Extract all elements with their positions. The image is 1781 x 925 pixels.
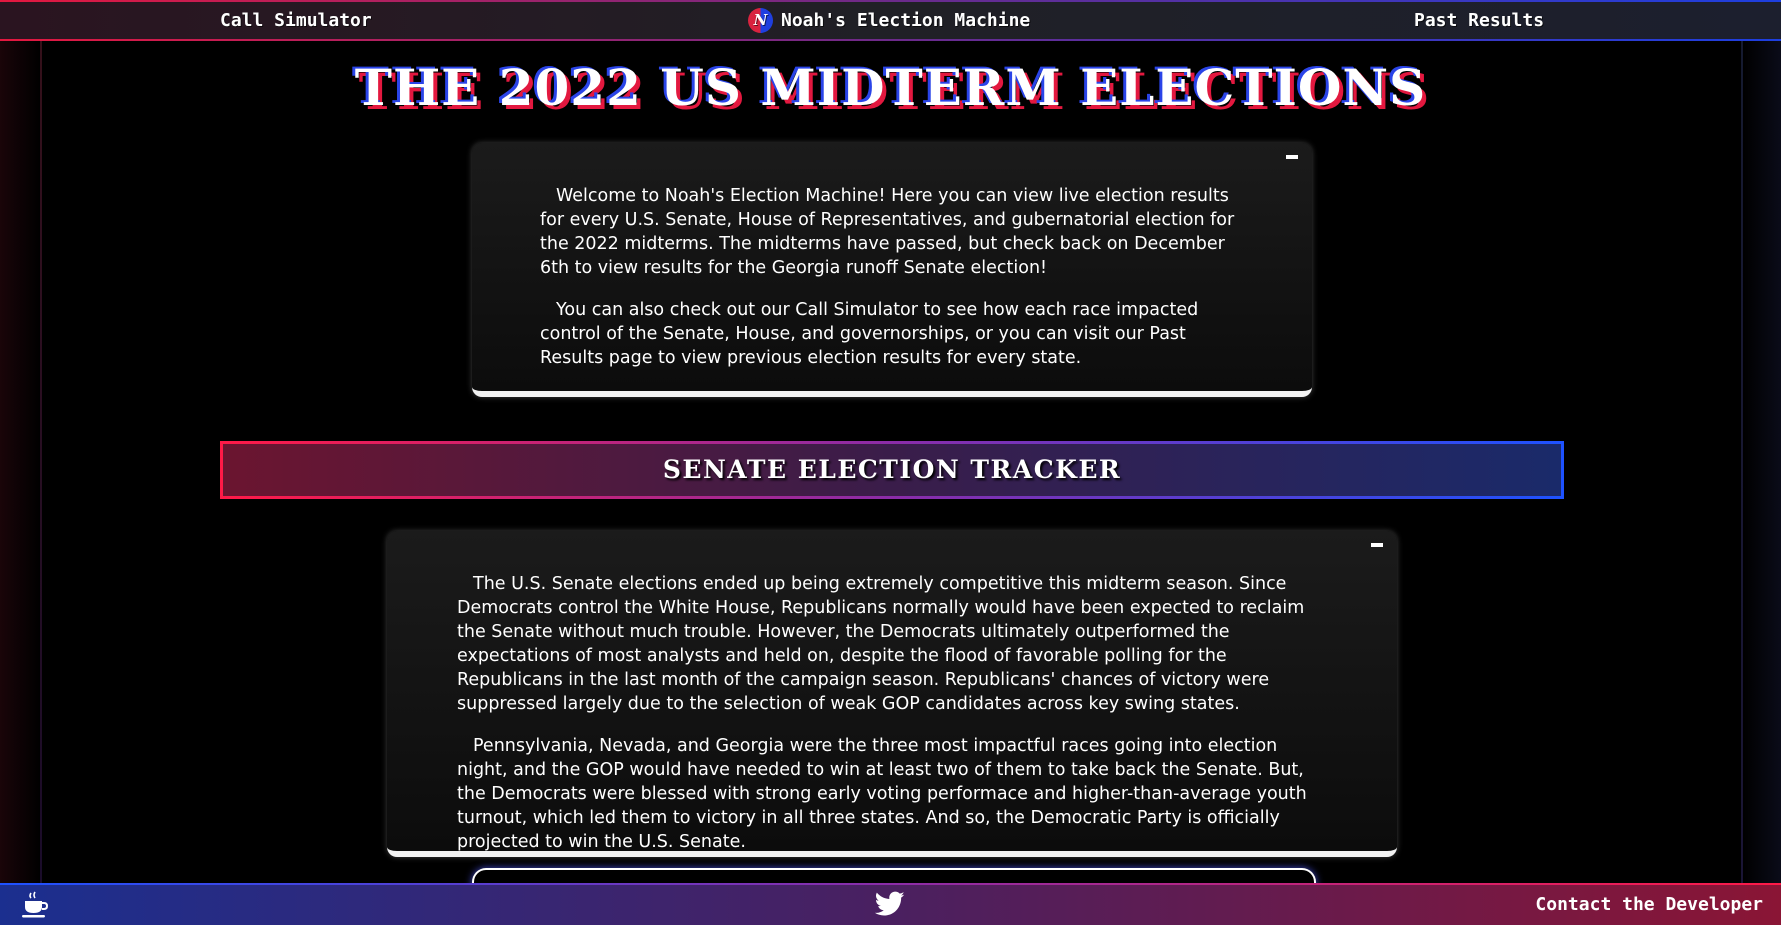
senate-tracker-banner[interactable]: SENATE ELECTION TRACKER (220, 441, 1564, 499)
senate-paragraph: Pennsylvania, Nevada, and Georgia were t… (457, 736, 1307, 852)
brand-home-link[interactable]: N Noah's Election Machine (748, 2, 1030, 39)
left-side-shade (0, 41, 40, 883)
coffee-cup-icon[interactable] (20, 890, 50, 920)
page-title: THE 2022 US MIDTERM ELECTIONS (354, 58, 1427, 117)
senate-summary-card: The U.S. Senate elections ended up being… (387, 531, 1397, 857)
top-nav-bar: Call Simulator N Noah's Election Machine… (0, 0, 1781, 41)
intro-collapse-button[interactable] (1286, 155, 1298, 159)
intro-card: Welcome to Noah's Election Machine! Here… (472, 143, 1312, 397)
contact-developer-link[interactable]: Contact the Developer (1535, 885, 1763, 925)
brand-name: Noah's Election Machine (781, 10, 1031, 31)
senate-tracker-heading: SENATE ELECTION TRACKER (662, 455, 1122, 484)
brand-logo-icon: N (748, 8, 773, 33)
past-results-link[interactable]: Past Results (1414, 2, 1544, 39)
intro-paragraph: Welcome to Noah's Election Machine! Here… (540, 186, 1235, 278)
footer-bar: Contact the Developer (0, 883, 1781, 925)
right-border-line (1741, 41, 1743, 883)
senate-collapse-button[interactable] (1371, 543, 1383, 547)
intro-paragraph: You can also check out our Call Simulato… (540, 300, 1199, 368)
call-simulator-link[interactable]: Call Simulator (220, 2, 372, 39)
twitter-bird-icon[interactable] (875, 891, 905, 917)
right-side-shade (1743, 41, 1781, 883)
left-border-line (40, 41, 42, 883)
senate-paragraph: The U.S. Senate elections ended up being… (457, 574, 1305, 714)
